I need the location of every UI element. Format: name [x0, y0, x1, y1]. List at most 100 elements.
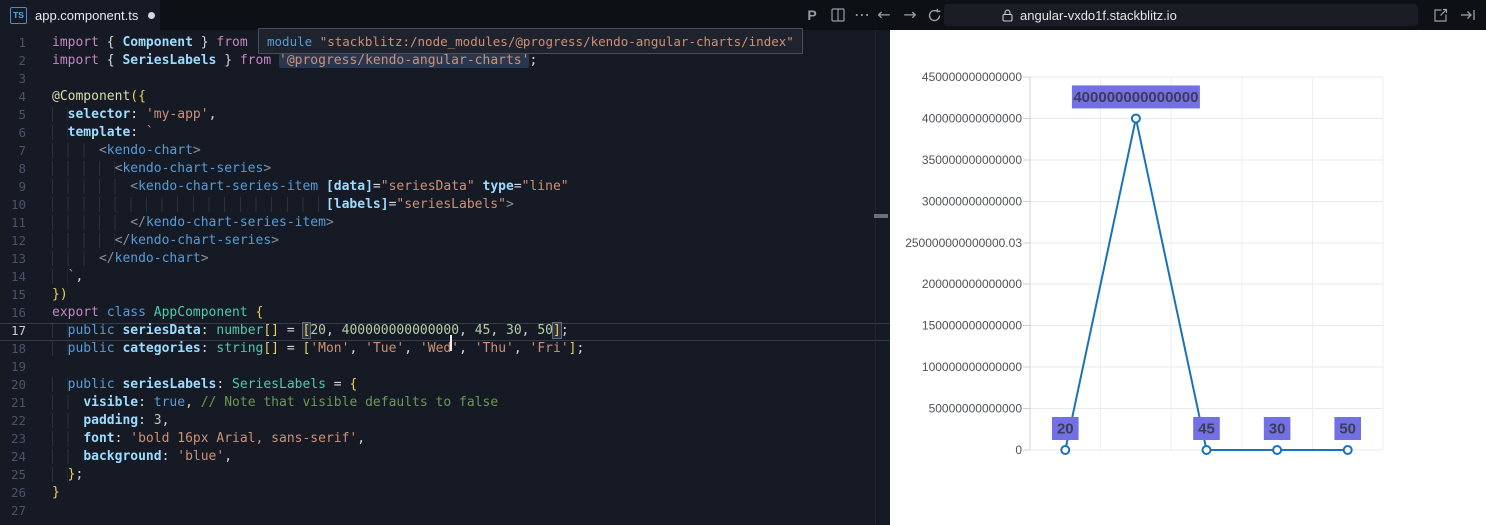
line-number: 16	[10, 305, 26, 320]
y-tick-label: 400000000000000	[922, 111, 1022, 125]
lock-icon	[1002, 9, 1013, 22]
code-lines: 1import { Component } from '@angular/cor…	[0, 35, 890, 521]
code-line[interactable]: 11 </kendo-chart-series-item>	[0, 215, 890, 233]
code-line[interactable]: 10 [labels]="seriesLabels">	[0, 197, 890, 215]
split-editor-icon[interactable]	[826, 0, 850, 30]
series-labels: 20 400000000000000 45 30 50	[1052, 85, 1361, 440]
code-line[interactable]: 17 public seriesData: number[] = [20, 40…	[0, 323, 890, 351]
code-line[interactable]: 26}	[0, 485, 890, 503]
reload-icon[interactable]	[922, 0, 946, 30]
line-number: 23	[10, 431, 26, 446]
y-tick-label: 0	[1015, 443, 1022, 457]
line-number: 18	[10, 341, 26, 356]
code-line[interactable]: 20 public seriesLabels: SeriesLabels = {	[0, 377, 890, 395]
code-line[interactable]: 5 selector: 'my-app',	[0, 107, 890, 125]
code-line[interactable]: 24 background: 'blue',	[0, 449, 890, 467]
code-line[interactable]: 23 font: 'bold 16px Arial, sans-serif',	[0, 431, 890, 449]
y-tick-label: 50000000000000	[929, 402, 1023, 416]
series-label-text: 20	[1057, 421, 1074, 438]
forward-icon[interactable]: →	[898, 0, 922, 30]
code-line[interactable]: 19	[0, 359, 890, 377]
code-line[interactable]: 25 };	[0, 467, 890, 485]
line-number: 6	[18, 125, 26, 140]
prettier-icon[interactable]: P	[800, 0, 824, 30]
series-marker	[1342, 445, 1353, 455]
more-actions-icon[interactable]: ⋯	[850, 0, 874, 30]
series-marker	[1060, 445, 1071, 455]
tab-app-component-ts[interactable]: TS app.component.ts	[0, 0, 160, 30]
y-tick-label: 300000000000000	[922, 194, 1022, 208]
line-number: 4	[18, 89, 26, 104]
stackblitz-window: TS app.component.ts P ⋯ ← → angular-vxdo…	[0, 0, 1486, 525]
series-marker	[1130, 113, 1141, 124]
code-line[interactable]: 14 `,	[0, 269, 890, 287]
open-in-new-window-icon[interactable]	[1428, 0, 1452, 30]
code-line[interactable]: 15})	[0, 287, 890, 305]
code-line[interactable]: 6 template: `	[0, 125, 890, 143]
line-number: 11	[10, 215, 26, 230]
overview-ruler-mark	[874, 214, 888, 218]
code-line[interactable]: 12 </kendo-chart-series>	[0, 233, 890, 251]
code-line[interactable]: 4 @Component({	[0, 89, 890, 107]
line-number: 9	[18, 179, 26, 194]
code-line[interactable]: 2 import { SeriesLabels } from '@progress…	[0, 53, 890, 71]
series-marker	[1272, 445, 1283, 455]
code-line[interactable]: 22 padding: 3,	[0, 413, 890, 431]
code-line[interactable]: 27	[0, 503, 890, 521]
series-label-text: 45	[1198, 421, 1215, 438]
url-bar[interactable]: angular-vxdo1f.stackblitz.io	[944, 4, 1418, 26]
series-marker	[1201, 445, 1212, 455]
y-tick-label: 200000000000000	[922, 277, 1022, 291]
y-tick-label: 250000000000000.03	[905, 236, 1022, 250]
code-line[interactable]: 16 export class AppComponent {	[0, 305, 890, 323]
y-tick-label: 350000000000000	[922, 153, 1022, 167]
line-number: 14	[10, 269, 26, 284]
line-number: 27	[10, 503, 26, 518]
preview-pane: 450000000000000 400000000000000 3500000000…	[890, 30, 1486, 525]
editor-scrollbar-track[interactable]	[875, 30, 876, 525]
line-number: 22	[10, 413, 26, 428]
line-number: 20	[10, 377, 26, 392]
code-line[interactable]: 7 <kendo-chart>	[0, 143, 890, 161]
url-text: angular-vxdo1f.stackblitz.io	[1020, 7, 1177, 23]
code-line[interactable]: 8 <kendo-chart-series>	[0, 161, 890, 179]
line-number: 25	[10, 467, 26, 482]
series-label-text: 30	[1269, 421, 1286, 438]
back-icon[interactable]: ←	[872, 0, 896, 30]
line-number: 13	[10, 251, 26, 266]
y-tick-label: 450000000000000	[922, 70, 1022, 84]
code-line[interactable]: 18 public categories: string[] = ['Mon',…	[0, 341, 890, 359]
line-number: 10	[10, 197, 26, 212]
series-label-text: 50	[1339, 421, 1356, 438]
y-tick-label: 150000000000000	[922, 319, 1022, 333]
code-line[interactable]: 9 <kendo-chart-series-item [data]="serie…	[0, 179, 890, 197]
tab-title: app.component.ts	[35, 7, 139, 23]
hover-tooltip: module "stackblitz:/node_modules/@progre…	[258, 28, 803, 54]
code-editor[interactable]: 1import { Component } from '@angular/cor…	[0, 30, 890, 525]
line-number: 12	[10, 233, 26, 248]
line-number: 8	[18, 161, 26, 176]
line-number: 5	[18, 107, 26, 122]
line-number: 15	[10, 287, 26, 302]
topbar: TS app.component.ts P ⋯ ← → angular-vxdo…	[0, 0, 1486, 30]
line-number: 3	[18, 71, 26, 86]
line-number: 21	[10, 395, 26, 410]
tooltip-module-path: "stackblitz:/node_modules/@progress/kend…	[319, 33, 794, 49]
typescript-file-icon: TS	[10, 6, 27, 24]
series-label-text: 400000000000000	[1073, 89, 1198, 106]
line-number: 24	[10, 449, 26, 464]
y-axis-labels: 450000000000000 400000000000000 3500000000…	[905, 70, 1022, 457]
line-number: 19	[10, 359, 26, 374]
close-preview-panel-icon[interactable]	[1456, 0, 1480, 30]
code-line[interactable]: 21 visible: true, // Note that visible d…	[0, 395, 890, 413]
tooltip-keyword: module	[267, 33, 313, 49]
code-line[interactable]: 13 </kendo-chart>	[0, 251, 890, 269]
line-number: 26	[10, 485, 26, 500]
y-tick-label: 100000000000000	[922, 360, 1022, 374]
line-number: 17	[10, 323, 26, 338]
line-number: 7	[18, 143, 26, 158]
line-number: 2	[18, 53, 26, 68]
modified-dot-icon	[148, 11, 156, 19]
kendo-chart-svg[interactable]: 450000000000000 400000000000000 3500000000…	[890, 30, 1486, 525]
code-line[interactable]: 3	[0, 71, 890, 89]
